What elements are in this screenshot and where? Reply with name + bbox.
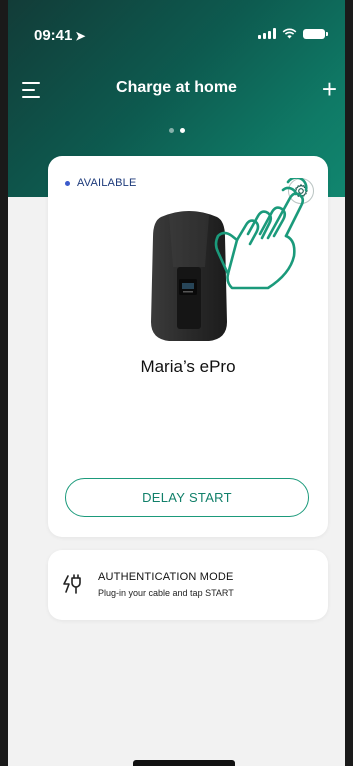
home-indicator	[133, 760, 235, 766]
plug-authentication-icon	[63, 574, 81, 594]
auth-title: AUTHENTICATION MODE	[98, 571, 234, 583]
status-bar: 09:41 ➤	[8, 0, 345, 44]
phone-screen: 09:41 ➤ Charge at home + AVAILABLE Maria…	[0, 0, 353, 766]
page-dot-2[interactable]	[179, 128, 185, 133]
plus-icon[interactable]: +	[322, 76, 337, 102]
authentication-mode-card[interactable]: AUTHENTICATION MODE Plug-in your cable a…	[48, 550, 328, 620]
battery-icon	[303, 28, 328, 39]
top-bar: Charge at home +	[8, 70, 345, 110]
auth-subtitle: Plug-in your cable and tap START	[98, 588, 234, 598]
gear-icon	[294, 184, 308, 198]
status-icons	[258, 28, 328, 39]
signal-icon	[258, 28, 276, 39]
page-title: Charge at home	[116, 79, 237, 96]
settings-button[interactable]	[288, 178, 314, 204]
clock-text: 09:41	[34, 27, 73, 44]
clock: 09:41 ➤	[34, 27, 85, 44]
status-text: AVAILABLE	[77, 177, 137, 189]
delay-start-button[interactable]: DELAY START	[65, 478, 309, 517]
location-arrow-icon: ➤	[75, 29, 86, 43]
charger-name: Maria’s ePro	[140, 357, 236, 376]
status-dot	[65, 180, 70, 186]
wifi-icon	[282, 28, 297, 39]
status-badge: AVAILABLE	[65, 177, 136, 189]
charger-device-image	[151, 211, 227, 341]
page-indicator	[8, 128, 345, 133]
page-dot-1[interactable]	[168, 128, 174, 133]
charger-card[interactable]: AVAILABLE Maria’s ePro DELAY START	[48, 156, 328, 537]
